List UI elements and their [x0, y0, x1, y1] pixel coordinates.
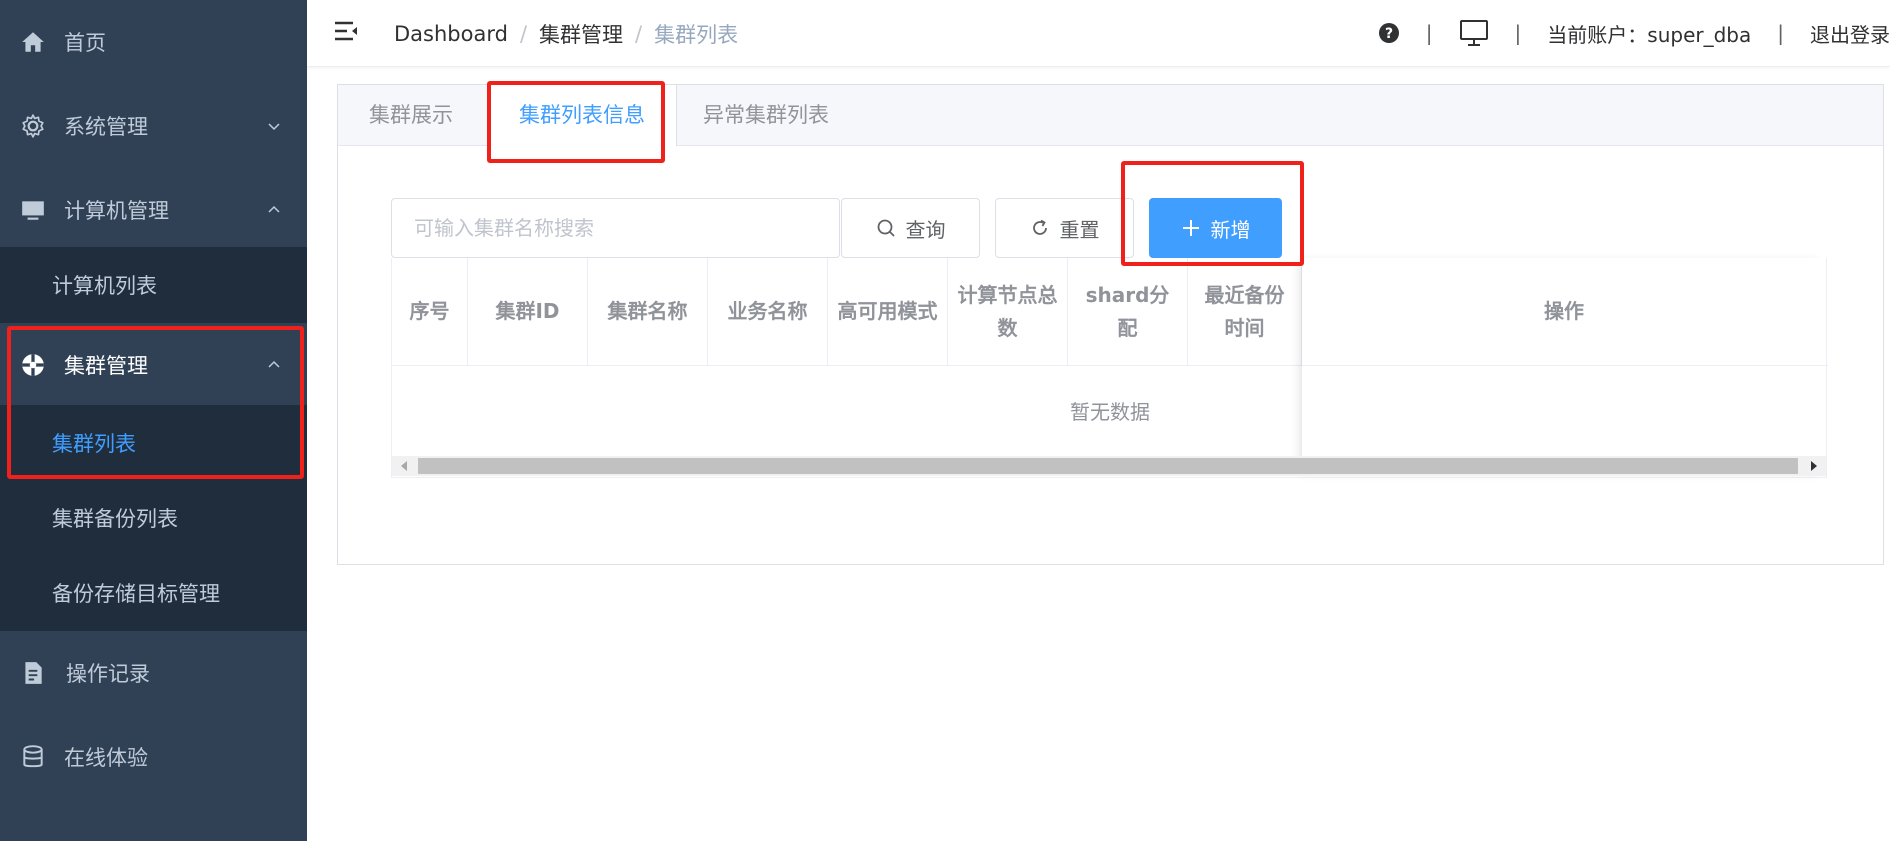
sidebar-item-label: 备份存储目标管理 — [52, 582, 220, 606]
sidebar-item-label: 在线体验 — [64, 746, 148, 770]
scroll-left-icon[interactable] — [398, 460, 410, 472]
sidebar: 首页 系统管理 计算机管理 计算机列表 集群管理 集群列表 集群备份列表 备份存… — [0, 0, 307, 841]
column-header-actions: 操作 — [1544, 299, 1584, 323]
plus-icon — [1182, 220, 1199, 236]
table-header: 序号 集群ID 集群名称 业务名称 高可用模式 计算节点总数 shard分配 最… — [392, 258, 1828, 366]
query-button-label: 查询 — [905, 217, 946, 242]
sidebar-item-label: 集群管理 — [64, 354, 148, 378]
sidebar-item-home[interactable]: 首页 — [0, 0, 307, 84]
column-header-ha-mode: 高可用模式 — [828, 258, 948, 365]
sidebar-item-label: 系统管理 — [64, 115, 148, 139]
sidebar-item-cluster[interactable]: 集群管理 — [0, 323, 307, 407]
sidebar-item-cluster-list[interactable]: 集群列表 — [0, 405, 307, 481]
tab-cluster-display[interactable]: 集群展示 — [338, 85, 484, 145]
current-account: 当前账户：super_dba — [1547, 22, 1752, 47]
chevron-down-icon — [268, 123, 280, 131]
tab-header: 集群展示 集群列表信息 异常集群列表 — [338, 85, 1883, 146]
help-icon[interactable]: ? — [1378, 22, 1400, 44]
breadcrumb-item-cluster-list: 集群列表 — [654, 23, 739, 47]
column-header-last-backup: 最近备份时间 — [1188, 258, 1302, 365]
add-cluster-button[interactable]: 新增 — [1149, 198, 1282, 258]
sidebar-item-operation-log[interactable]: 操作记录 — [0, 631, 307, 715]
reset-button[interactable]: 重置 — [995, 198, 1134, 258]
add-button-label: 新增 — [1210, 217, 1251, 242]
header-separator: | — [1425, 21, 1433, 45]
sidebar-item-label: 首页 — [64, 31, 106, 55]
sidebar-item-backup-storage[interactable]: 备份存储目标管理 — [0, 555, 307, 631]
chevron-up-icon — [268, 205, 280, 213]
logout-link[interactable]: 退出登录 — [1810, 19, 1890, 48]
monitor-icon — [22, 201, 44, 220]
chevron-up-icon — [268, 360, 280, 368]
cluster-search-input[interactable] — [391, 198, 840, 258]
scroll-right-icon[interactable] — [1808, 460, 1820, 472]
sidebar-item-label: 集群备份列表 — [52, 507, 178, 531]
sidebar-item-system[interactable]: 系统管理 — [0, 84, 307, 168]
sidebar-item-label: 计算机管理 — [64, 199, 169, 223]
breadcrumb-item-cluster-management[interactable]: 集群管理 — [539, 19, 623, 49]
sidebar-item-cluster-backup-list[interactable]: 集群备份列表 — [0, 480, 307, 556]
query-button[interactable]: 查询 — [841, 198, 980, 258]
header-separator: | — [1777, 21, 1784, 45]
breadcrumb-separator: / — [635, 22, 643, 46]
column-header-business-name: 业务名称 — [708, 258, 828, 365]
cluster-table: 序号 集群ID 集群名称 业务名称 高可用模式 计算节点总数 shard分配 最… — [391, 258, 1828, 478]
database-icon — [23, 745, 43, 768]
reset-button-label: 重置 — [1059, 217, 1100, 242]
column-header-shard: shard分配 — [1068, 258, 1188, 365]
column-header-cluster-name: 集群名称 — [588, 258, 708, 365]
search-icon — [877, 219, 895, 237]
tab-abnormal-cluster-list[interactable]: 异常集群列表 — [672, 85, 860, 145]
column-header-index: 序号 — [392, 258, 468, 365]
breadcrumb-separator: / — [519, 22, 528, 46]
tab-cluster-list-info[interactable]: 集群列表信息 — [487, 85, 677, 146]
refresh-icon — [1032, 219, 1047, 235]
column-header-cluster-id: 集群ID — [468, 258, 588, 365]
table-empty-text: 暂无数据 — [1070, 399, 1150, 424]
scrollbar-thumb[interactable] — [418, 458, 1798, 474]
home-icon — [22, 32, 44, 52]
sidebar-item-online-trial[interactable]: 在线体验 — [0, 715, 307, 799]
sidebar-item-computer[interactable]: 计算机管理 — [0, 168, 307, 252]
sidebar-item-label: 计算机列表 — [52, 274, 157, 298]
top-navbar: Dashboard / 集群管理 / 集群列表 ? | | 当前账户：super… — [307, 0, 1890, 67]
cluster-icon — [22, 354, 44, 376]
header-separator: | — [1514, 21, 1522, 45]
gear-icon — [22, 114, 44, 138]
hamburger-icon[interactable] — [333, 18, 359, 44]
breadcrumb-item-dashboard[interactable]: Dashboard — [394, 22, 508, 46]
computer-submenu: 计算机列表 — [0, 247, 307, 323]
header-right-menu: ? | | 当前账户：super_dba | 退出登录 — [1378, 0, 1890, 66]
document-icon — [25, 662, 42, 684]
screen-icon[interactable] — [1459, 18, 1489, 48]
svg-text:?: ? — [1385, 26, 1393, 42]
sidebar-item-computer-list[interactable]: 计算机列表 — [0, 247, 307, 323]
sidebar-item-label: 操作记录 — [66, 662, 150, 686]
breadcrumb: Dashboard / 集群管理 / 集群列表 — [394, 19, 738, 49]
cluster-submenu: 集群列表 集群备份列表 备份存储目标管理 — [0, 405, 307, 631]
column-header-compute-nodes: 计算节点总数 — [948, 258, 1068, 365]
horizontal-scrollbar[interactable] — [392, 456, 1826, 476]
sidebar-item-label: 集群列表 — [52, 432, 136, 456]
